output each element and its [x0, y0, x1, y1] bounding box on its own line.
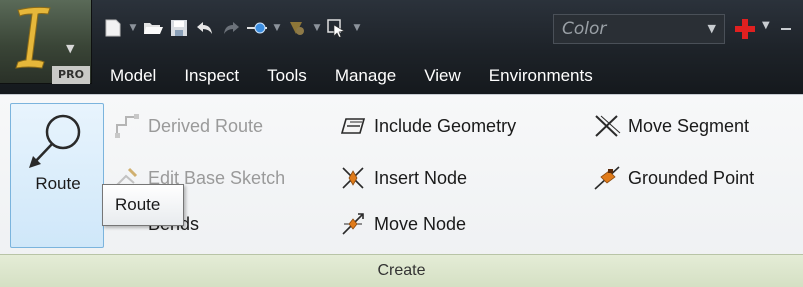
toolbar-overflow-icon[interactable] [779, 14, 803, 44]
grounded-point-button[interactable]: Grounded Point [592, 163, 754, 193]
grounded-point-icon [592, 163, 622, 193]
new-icon[interactable] [100, 15, 126, 41]
tab-tools[interactable]: Tools [253, 58, 321, 94]
quick-access-toolbar: ▼ ▼ ▼ ▼ [100, 10, 364, 46]
tab-view[interactable]: View [410, 58, 475, 94]
move-node-icon [338, 209, 368, 239]
application-menu-button[interactable]: ▼ PRO [0, 0, 92, 84]
color-dropdown[interactable]: Color ▼ [553, 14, 725, 44]
move-segment-label: Move Segment [628, 115, 750, 136]
insert-node-icon [338, 163, 368, 193]
derived-route-label: Derived Route [148, 115, 264, 136]
customize-qat-chevron-icon[interactable]: ▼ [762, 20, 770, 31]
tab-manage[interactable]: Manage [321, 58, 410, 94]
color-dropdown-value: Color [562, 19, 607, 39]
route-icon [29, 114, 81, 168]
derived-route-icon [112, 111, 142, 141]
move-segment-button[interactable]: Move Segment [592, 111, 749, 141]
undo-icon[interactable] [192, 15, 218, 41]
move-segment-icon [592, 111, 622, 141]
tab-inspect[interactable]: Inspect [170, 58, 253, 94]
route-tooltip: Route [102, 184, 184, 226]
tab-model[interactable]: Model [96, 58, 170, 94]
app-menu-chevron-icon: ▼ [66, 42, 75, 55]
appearance-icon[interactable] [284, 15, 310, 41]
grounded-point-label: Grounded Point [628, 167, 755, 188]
move-node-label: Move Node [374, 213, 467, 234]
select-icon[interactable] [324, 15, 350, 41]
select-dropdown-chevron-icon[interactable]: ▼ [350, 23, 364, 33]
appearance-dropdown-chevron-icon[interactable]: ▼ [310, 23, 324, 33]
redo-icon[interactable] [218, 15, 244, 41]
title-bar: ▼ PRO ▼ ▼ ▼ ▼ Color ▼ ▼ Model Inspect To… [0, 0, 803, 94]
panel-title: Create [377, 262, 426, 279]
panel-title-bar[interactable]: Create [0, 254, 803, 287]
tab-environments[interactable]: Environments [475, 58, 607, 94]
measure-dropdown-chevron-icon[interactable]: ▼ [270, 23, 284, 33]
move-node-button[interactable]: Move Node [338, 209, 466, 239]
route-button-label: Route [35, 174, 81, 193]
route-button[interactable]: Route [10, 103, 104, 248]
open-icon[interactable] [140, 15, 166, 41]
new-dropdown-chevron-icon[interactable]: ▼ [126, 23, 140, 33]
insert-node-button[interactable]: Insert Node [338, 163, 467, 193]
pro-badge: PRO [52, 66, 90, 84]
include-geometry-icon [338, 111, 368, 141]
measure-icon[interactable] [244, 15, 270, 41]
include-geometry-button[interactable]: Include Geometry [338, 111, 516, 141]
inventor-logo-icon [15, 6, 51, 69]
include-geometry-label: Include Geometry [374, 115, 517, 136]
add-icon[interactable] [731, 14, 759, 44]
derived-route-button[interactable]: Derived Route [112, 111, 263, 141]
color-dropdown-chevron-icon: ▼ [707, 22, 716, 35]
save-icon[interactable] [166, 15, 192, 41]
ribbon-tabs: Model Inspect Tools Manage View Environm… [96, 58, 607, 94]
insert-node-label: Insert Node [374, 167, 468, 188]
